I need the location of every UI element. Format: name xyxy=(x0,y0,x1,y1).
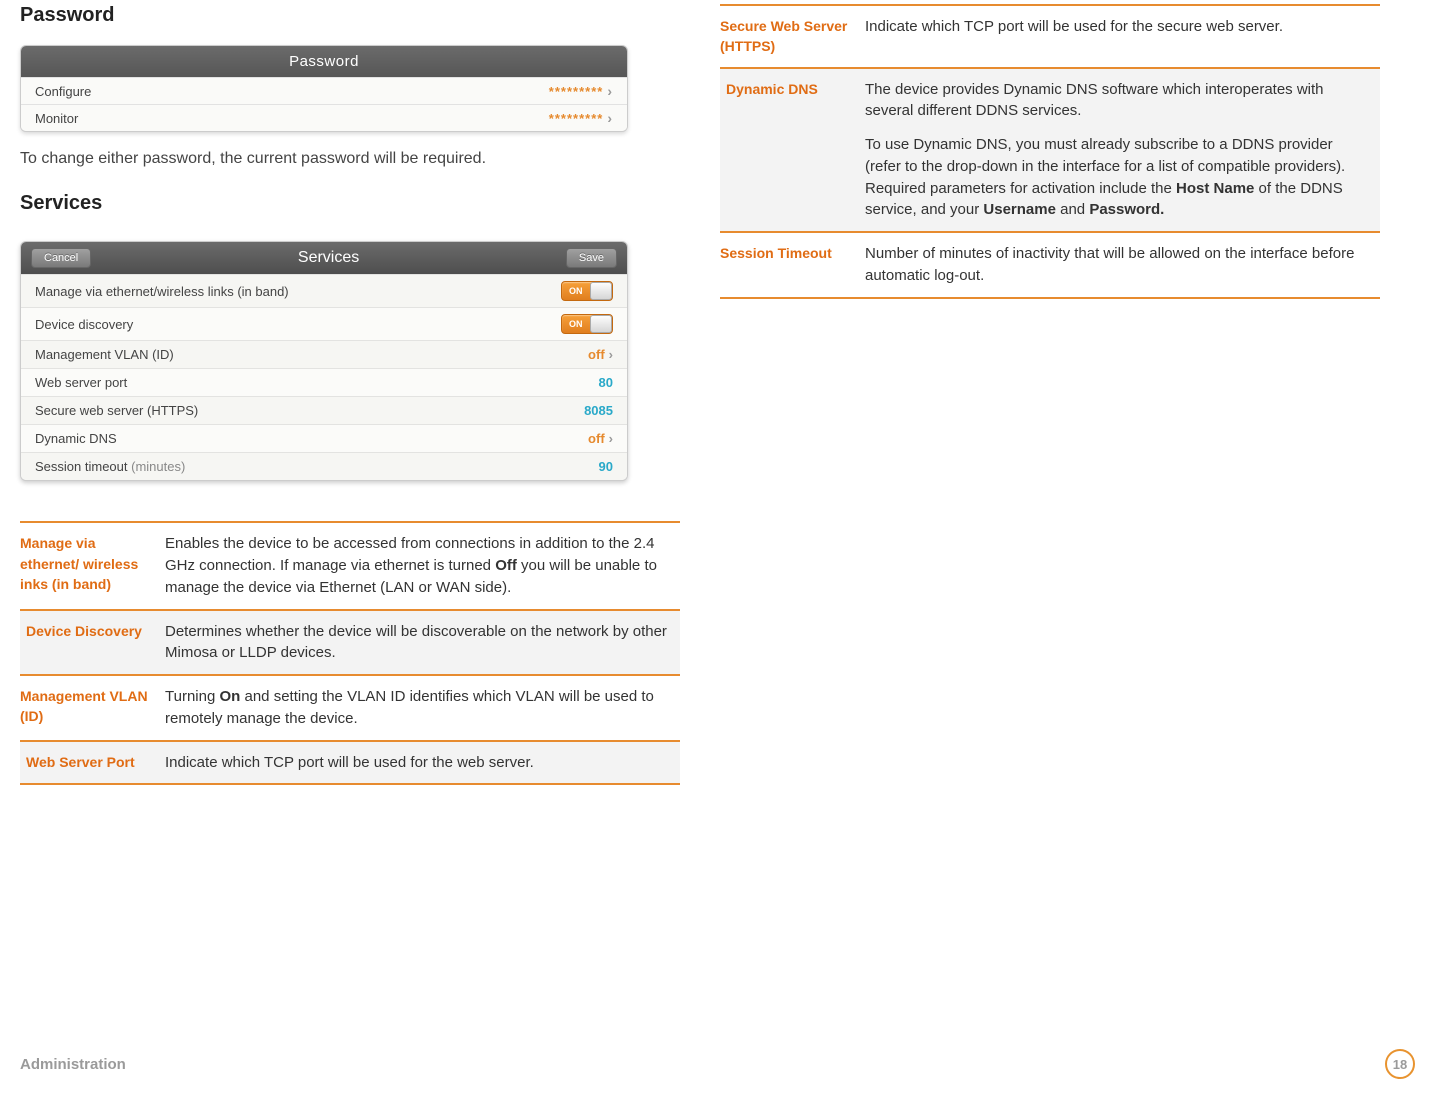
def-term: Web Server Port xyxy=(20,741,165,785)
toggle-manage[interactable]: ON xyxy=(561,281,613,301)
footer-section: Administration xyxy=(20,1056,126,1073)
password-masked: ********* xyxy=(549,111,604,126)
toggle-discovery[interactable]: ON xyxy=(561,314,613,334)
chevron-right-icon: › xyxy=(607,110,613,126)
chevron-right-icon: › xyxy=(609,347,613,362)
service-label: Management VLAN (ID) xyxy=(35,347,174,362)
bold: On xyxy=(219,688,240,705)
bold: Off xyxy=(495,557,517,574)
definitions-left: Manage via ethernet/ wireless inks (in b… xyxy=(20,521,680,785)
page-number-badge: 18 xyxy=(1385,1049,1415,1079)
service-row-vlan[interactable]: Management VLAN (ID) off › xyxy=(21,340,627,368)
service-value: 80 xyxy=(599,375,613,390)
def-term: Device Discovery xyxy=(20,610,165,676)
password-row-label: Configure xyxy=(35,84,91,99)
def-row-ddns: Dynamic DNS The device provides Dynamic … xyxy=(720,68,1380,233)
value-text: off xyxy=(588,347,605,362)
save-button[interactable]: Save xyxy=(566,248,617,268)
def-term: Dynamic DNS xyxy=(720,68,865,233)
page-footer: Administration 18 xyxy=(20,1049,1415,1079)
cancel-button[interactable]: Cancel xyxy=(31,248,91,268)
chevron-right-icon: › xyxy=(609,431,613,446)
para: To use Dynamic DNS, you must already sub… xyxy=(865,134,1372,221)
toggle-knob xyxy=(590,315,612,333)
services-heading: Services xyxy=(20,192,680,215)
bold: Host Name xyxy=(1176,180,1254,197)
def-desc: Indicate which TCP port will be used for… xyxy=(165,741,680,785)
def-row-vlan: Management VLAN (ID) Turning On and sett… xyxy=(20,675,680,741)
def-desc: Number of minutes of inactivity that wil… xyxy=(865,232,1380,298)
def-row-webport: Web Server Port Indicate which TCP port … xyxy=(20,741,680,785)
service-row-discovery: Device discovery ON xyxy=(21,307,627,340)
def-row-timeout: Session Timeout Number of minutes of ina… xyxy=(720,232,1380,298)
def-desc: The device provides Dynamic DNS software… xyxy=(865,68,1380,233)
password-masked: ********* xyxy=(549,84,604,99)
toggle-on-text: ON xyxy=(569,286,583,296)
service-row-timeout[interactable]: Session timeout (minutes) 90 xyxy=(21,452,627,480)
def-term: Session Timeout xyxy=(720,232,865,298)
service-label: Secure web server (HTTPS) xyxy=(35,403,198,418)
definitions-right: Secure Web Server (HTTPS) Indicate which… xyxy=(720,4,1380,299)
def-row-manage: Manage via ethernet/ wireless inks (in b… xyxy=(20,522,680,609)
def-term: Management VLAN (ID) xyxy=(20,675,165,741)
password-row-value: ********* › xyxy=(549,83,613,99)
label-muted: (minutes) xyxy=(131,459,185,474)
service-value: off › xyxy=(588,431,613,446)
password-heading: Password xyxy=(20,4,680,27)
service-value: off › xyxy=(588,347,613,362)
service-row-webport[interactable]: Web server port 80 xyxy=(21,368,627,396)
label-main: Session timeout xyxy=(35,459,131,474)
service-label: Web server port xyxy=(35,375,127,390)
service-value: 8085 xyxy=(584,403,613,418)
password-panel-title: Password xyxy=(21,46,627,77)
service-label: Session timeout (minutes) xyxy=(35,459,185,474)
chevron-right-icon: › xyxy=(607,83,613,99)
password-note: To change either password, the current p… xyxy=(20,148,680,170)
service-row-https[interactable]: Secure web server (HTTPS) 8085 xyxy=(21,396,627,424)
def-row-discovery: Device Discovery Determines whether the … xyxy=(20,610,680,676)
services-panel: Cancel Services Save Manage via ethernet… xyxy=(20,241,628,481)
text: Turning xyxy=(165,688,219,705)
password-row-monitor[interactable]: Monitor ********* › xyxy=(21,104,627,131)
service-label: Dynamic DNS xyxy=(35,431,117,446)
toggle-on-text: ON xyxy=(569,319,583,329)
def-term: Secure Web Server (HTTPS) xyxy=(720,5,865,68)
def-term: Manage via ethernet/ wireless inks (in b… xyxy=(20,522,165,609)
services-panel-title: Services xyxy=(91,249,566,267)
service-label: Manage via ethernet/wireless links (in b… xyxy=(35,284,289,299)
service-label: Device discovery xyxy=(35,317,133,332)
bold: Password. xyxy=(1089,201,1164,218)
def-row-https: Secure Web Server (HTTPS) Indicate which… xyxy=(720,5,1380,68)
bold: Username xyxy=(983,201,1056,218)
def-desc: Enables the device to be accessed from c… xyxy=(165,522,680,609)
def-desc: Indicate which TCP port will be used for… xyxy=(865,5,1380,68)
service-row-ddns[interactable]: Dynamic DNS off › xyxy=(21,424,627,452)
value-text: off xyxy=(588,431,605,446)
password-row-configure[interactable]: Configure ********* › xyxy=(21,77,627,104)
para: The device provides Dynamic DNS software… xyxy=(865,79,1372,123)
service-row-manage: Manage via ethernet/wireless links (in b… xyxy=(21,274,627,307)
text: and xyxy=(1056,201,1089,218)
def-desc: Determines whether the device will be di… xyxy=(165,610,680,676)
toggle-knob xyxy=(590,282,612,300)
def-desc: Turning On and setting the VLAN ID ident… xyxy=(165,675,680,741)
services-panel-header: Cancel Services Save xyxy=(21,242,627,274)
password-row-value: ********* › xyxy=(549,110,613,126)
password-panel: Password Configure ********* › Monitor *… xyxy=(20,45,628,132)
password-row-label: Monitor xyxy=(35,111,78,126)
service-value: 90 xyxy=(599,459,613,474)
